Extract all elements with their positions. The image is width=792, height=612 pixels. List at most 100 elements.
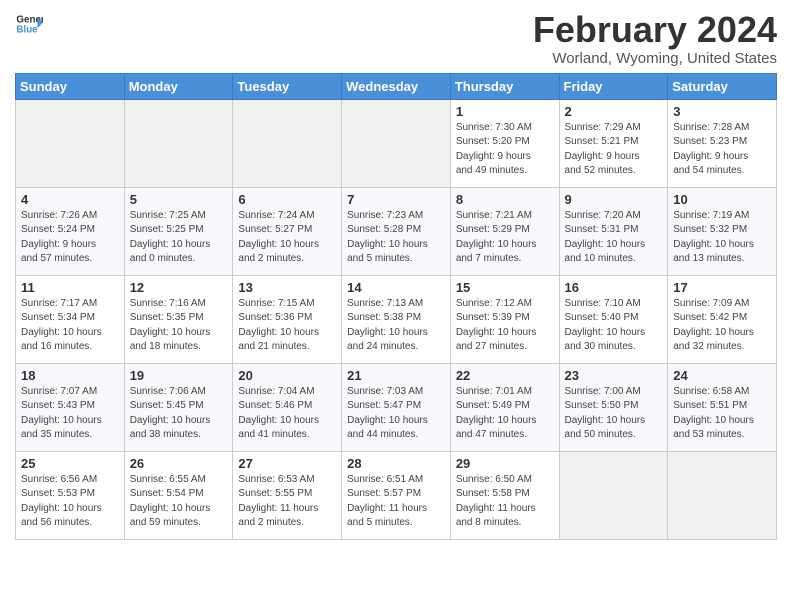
calendar-cell: 1 Sunrise: 7:30 AM Sunset: 5:20 PM Daylig… [450,99,559,187]
day-info: Sunrise: 7:23 AM Sunset: 5:28 PM Dayligh… [347,209,445,267]
day-info: Sunrise: 7:12 AM Sunset: 5:39 PM Dayligh… [456,297,554,355]
calendar-cell: 20 Sunrise: 7:04 AM Sunset: 5:46 PM Dayli… [233,363,342,451]
day-info: Sunrise: 7:17 AM Sunset: 5:34 PM Dayligh… [21,297,119,355]
day-of-week-header: Thursday [450,73,559,99]
day-info: Sunrise: 7:26 AM Sunset: 5:24 PM Dayligh… [21,209,119,267]
day-number: 6 [238,192,336,207]
calendar-cell: 3 Sunrise: 7:28 AM Sunset: 5:23 PM Daylig… [668,99,777,187]
calendar-table: SundayMondayTuesdayWednesdayThursdayFrid… [15,73,777,540]
day-info: Sunrise: 6:51 AM Sunset: 5:57 PM Dayligh… [347,473,445,531]
calendar-cell: 27Sunrise: 6:53 AM Sunset: 5:55 PM Dayli… [233,451,342,539]
day-number: 16 [565,280,663,295]
day-of-week-header: Saturday [668,73,777,99]
title-block: February 2024 Worland, Wyoming, United S… [533,10,777,67]
calendar-cell [342,99,451,187]
day-info: Sunrise: 7:01 AM Sunset: 5:49 PM Dayligh… [456,385,554,443]
subtitle: Worland, Wyoming, United States [533,50,777,67]
day-number: 24 [673,368,771,383]
day-info: Sunrise: 7:25 AM Sunset: 5:25 PM Dayligh… [130,209,228,267]
day-of-week-header: Tuesday [233,73,342,99]
calendar-cell [559,451,668,539]
day-number: 19 [130,368,228,383]
day-info: Sunrise: 7:28 AM Sunset: 5:23 PM Dayligh… [673,121,771,179]
calendar-cell [124,99,233,187]
day-number: 29 [456,456,554,471]
day-number: 3 [673,104,771,119]
calendar-week-row: 4 Sunrise: 7:26 AM Sunset: 5:24 PM Daylig… [16,187,777,275]
calendar-cell: 11 Sunrise: 7:17 AM Sunset: 5:34 PM Dayli… [16,275,125,363]
calendar-cell: 29 Sunrise: 6:50 AM Sunset: 5:58 PM Dayli… [450,451,559,539]
day-number: 7 [347,192,445,207]
day-of-week-header: Sunday [16,73,125,99]
calendar-cell: 10 Sunrise: 7:19 AM Sunset: 5:32 PM Dayli… [668,187,777,275]
calendar-week-row: 11 Sunrise: 7:17 AM Sunset: 5:34 PM Dayli… [16,275,777,363]
day-number: 12 [130,280,228,295]
calendar-cell: 6Sunrise: 7:24 AM Sunset: 5:27 PM Daylig… [233,187,342,275]
calendar-week-row: 1 Sunrise: 7:30 AM Sunset: 5:20 PM Daylig… [16,99,777,187]
day-number: 18 [21,368,119,383]
day-number: 21 [347,368,445,383]
day-info: Sunrise: 7:30 AM Sunset: 5:20 PM Dayligh… [456,121,554,179]
calendar-cell: 25 Sunrise: 6:56 AM Sunset: 5:53 PM Dayli… [16,451,125,539]
calendar-cell: 7 Sunrise: 7:23 AM Sunset: 5:28 PM Daylig… [342,187,451,275]
day-number: 22 [456,368,554,383]
calendar-cell: 8 Sunrise: 7:21 AM Sunset: 5:29 PM Daylig… [450,187,559,275]
calendar-cell: 15 Sunrise: 7:12 AM Sunset: 5:39 PM Dayli… [450,275,559,363]
calendar-cell: 24 Sunrise: 6:58 AM Sunset: 5:51 PM Dayli… [668,363,777,451]
logo: General Blue [15,10,43,38]
calendar-cell: 28Sunrise: 6:51 AM Sunset: 5:57 PM Dayli… [342,451,451,539]
day-number: 5 [130,192,228,207]
day-info: Sunrise: 7:13 AM Sunset: 5:38 PM Dayligh… [347,297,445,355]
page-header: General Blue February 2024 Worland, Wyom… [15,10,777,67]
day-number: 23 [565,368,663,383]
day-info: Sunrise: 7:03 AM Sunset: 5:47 PM Dayligh… [347,385,445,443]
day-of-week-header: Monday [124,73,233,99]
calendar-header-row: SundayMondayTuesdayWednesdayThursdayFrid… [16,73,777,99]
day-info: Sunrise: 6:56 AM Sunset: 5:53 PM Dayligh… [21,473,119,531]
calendar-cell: 12 Sunrise: 7:16 AM Sunset: 5:35 PM Dayli… [124,275,233,363]
day-info: Sunrise: 6:55 AM Sunset: 5:54 PM Dayligh… [130,473,228,531]
day-info: Sunrise: 6:58 AM Sunset: 5:51 PM Dayligh… [673,385,771,443]
calendar-cell: 22 Sunrise: 7:01 AM Sunset: 5:49 PM Dayli… [450,363,559,451]
day-number: 25 [21,456,119,471]
calendar-cell: 13 Sunrise: 7:15 AM Sunset: 5:36 PM Dayli… [233,275,342,363]
day-of-week-header: Friday [559,73,668,99]
calendar-week-row: 18 Sunrise: 7:07 AM Sunset: 5:43 PM Dayli… [16,363,777,451]
day-info: Sunrise: 7:04 AM Sunset: 5:46 PM Dayligh… [238,385,336,443]
day-number: 11 [21,280,119,295]
calendar-cell: 2Sunrise: 7:29 AM Sunset: 5:21 PM Daylig… [559,99,668,187]
day-number: 20 [238,368,336,383]
svg-text:Blue: Blue [16,24,38,35]
day-number: 4 [21,192,119,207]
day-info: Sunrise: 6:53 AM Sunset: 5:55 PM Dayligh… [238,473,336,531]
day-info: Sunrise: 7:29 AM Sunset: 5:21 PM Dayligh… [565,121,663,179]
day-number: 26 [130,456,228,471]
calendar-cell [233,99,342,187]
day-number: 1 [456,104,554,119]
calendar-cell: 16Sunrise: 7:10 AM Sunset: 5:40 PM Dayli… [559,275,668,363]
day-info: Sunrise: 7:21 AM Sunset: 5:29 PM Dayligh… [456,209,554,267]
main-title: February 2024 [533,10,777,50]
day-number: 15 [456,280,554,295]
day-info: Sunrise: 7:09 AM Sunset: 5:42 PM Dayligh… [673,297,771,355]
day-info: Sunrise: 7:16 AM Sunset: 5:35 PM Dayligh… [130,297,228,355]
day-info: Sunrise: 7:07 AM Sunset: 5:43 PM Dayligh… [21,385,119,443]
day-info: Sunrise: 6:50 AM Sunset: 5:58 PM Dayligh… [456,473,554,531]
calendar-week-row: 25 Sunrise: 6:56 AM Sunset: 5:53 PM Dayli… [16,451,777,539]
day-info: Sunrise: 7:00 AM Sunset: 5:50 PM Dayligh… [565,385,663,443]
day-number: 10 [673,192,771,207]
day-number: 13 [238,280,336,295]
day-info: Sunrise: 7:19 AM Sunset: 5:32 PM Dayligh… [673,209,771,267]
calendar-cell: 4 Sunrise: 7:26 AM Sunset: 5:24 PM Daylig… [16,187,125,275]
calendar-cell: 14 Sunrise: 7:13 AM Sunset: 5:38 PM Dayli… [342,275,451,363]
calendar-cell [16,99,125,187]
day-info: Sunrise: 7:06 AM Sunset: 5:45 PM Dayligh… [130,385,228,443]
logo-icon: General Blue [15,10,43,38]
day-number: 9 [565,192,663,207]
calendar-cell: 18 Sunrise: 7:07 AM Sunset: 5:43 PM Dayli… [16,363,125,451]
calendar-cell: 23 Sunrise: 7:00 AM Sunset: 5:50 PM Dayli… [559,363,668,451]
day-number: 8 [456,192,554,207]
day-info: Sunrise: 7:15 AM Sunset: 5:36 PM Dayligh… [238,297,336,355]
day-number: 14 [347,280,445,295]
calendar-cell: 19 Sunrise: 7:06 AM Sunset: 5:45 PM Dayli… [124,363,233,451]
